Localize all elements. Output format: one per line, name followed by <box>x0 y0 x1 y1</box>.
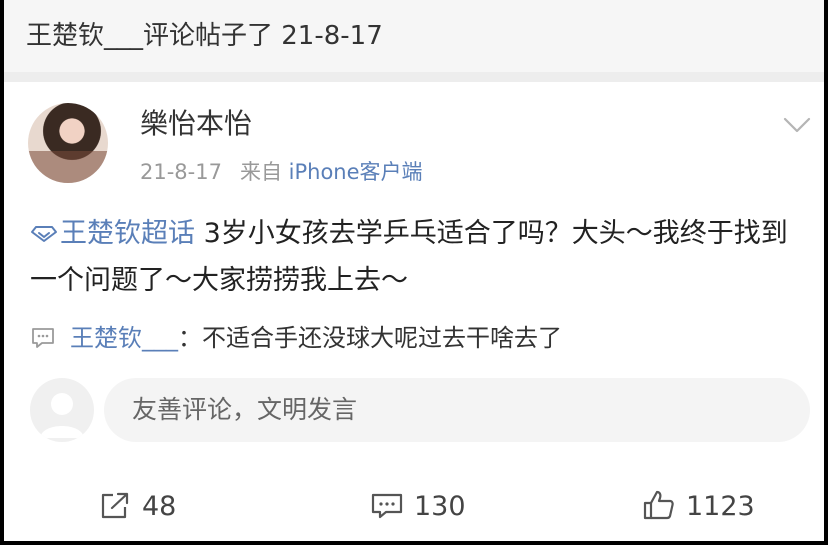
share-button[interactable]: 48 <box>98 486 176 528</box>
avatar[interactable] <box>28 103 108 183</box>
notification-header: 王楚钦___评论帖子了 21-8-17 <box>4 0 824 72</box>
like-icon <box>643 490 674 520</box>
source-prefix: 来自 <box>239 160 282 184</box>
notification-text: 王楚钦___评论帖子了 21-8-17 <box>26 21 383 51</box>
comment-preview[interactable]: 王楚钦___：不适合手还没球大呢过去干啥去了 <box>30 318 810 358</box>
like-count: 1123 <box>686 491 755 522</box>
comment-text: 不适合手还没球大呢过去干啥去了 <box>202 324 562 352</box>
post-meta: 21-8-17 来自 iPhone客户端 <box>140 156 423 188</box>
share-icon <box>101 492 129 519</box>
super-topic-label: 王楚钦超话 <box>60 218 195 249</box>
comment-separator: ： <box>178 324 202 352</box>
comment-author[interactable]: 王楚钦___ <box>70 324 178 352</box>
default-avatar-icon <box>40 393 84 438</box>
weibo-notification-card: 王楚钦___评论帖子了 21-8-17 樂怡本怡 21-8-17 来自 iPhon… <box>4 0 824 541</box>
comment-input[interactable]: 友善评论，文明发言 <box>104 378 810 442</box>
post-date: 21-8-17 <box>140 160 222 184</box>
comment-icon <box>371 493 403 519</box>
like-button[interactable]: 1123 <box>642 486 755 528</box>
source-device[interactable]: iPhone客户端 <box>289 160 423 184</box>
my-avatar <box>30 378 94 442</box>
chevron-down-icon[interactable] <box>780 110 814 140</box>
comment-count: 130 <box>414 491 466 522</box>
comment-input-placeholder: 友善评论，文明发言 <box>132 395 358 424</box>
comment-button[interactable]: 130 <box>370 486 466 528</box>
share-count: 48 <box>142 491 177 522</box>
divider <box>4 72 824 82</box>
username[interactable]: 樂怡本怡 <box>140 104 252 144</box>
super-topic-icon <box>31 226 57 242</box>
comment-bubble-icon <box>32 328 54 348</box>
super-topic-link[interactable]: 王楚钦超话 <box>30 218 195 249</box>
post-body: 王楚钦超话 3岁小女孩去学乒乓适合了吗？大头～我终于找到一个问题了～大家捞捞我上… <box>30 210 806 304</box>
